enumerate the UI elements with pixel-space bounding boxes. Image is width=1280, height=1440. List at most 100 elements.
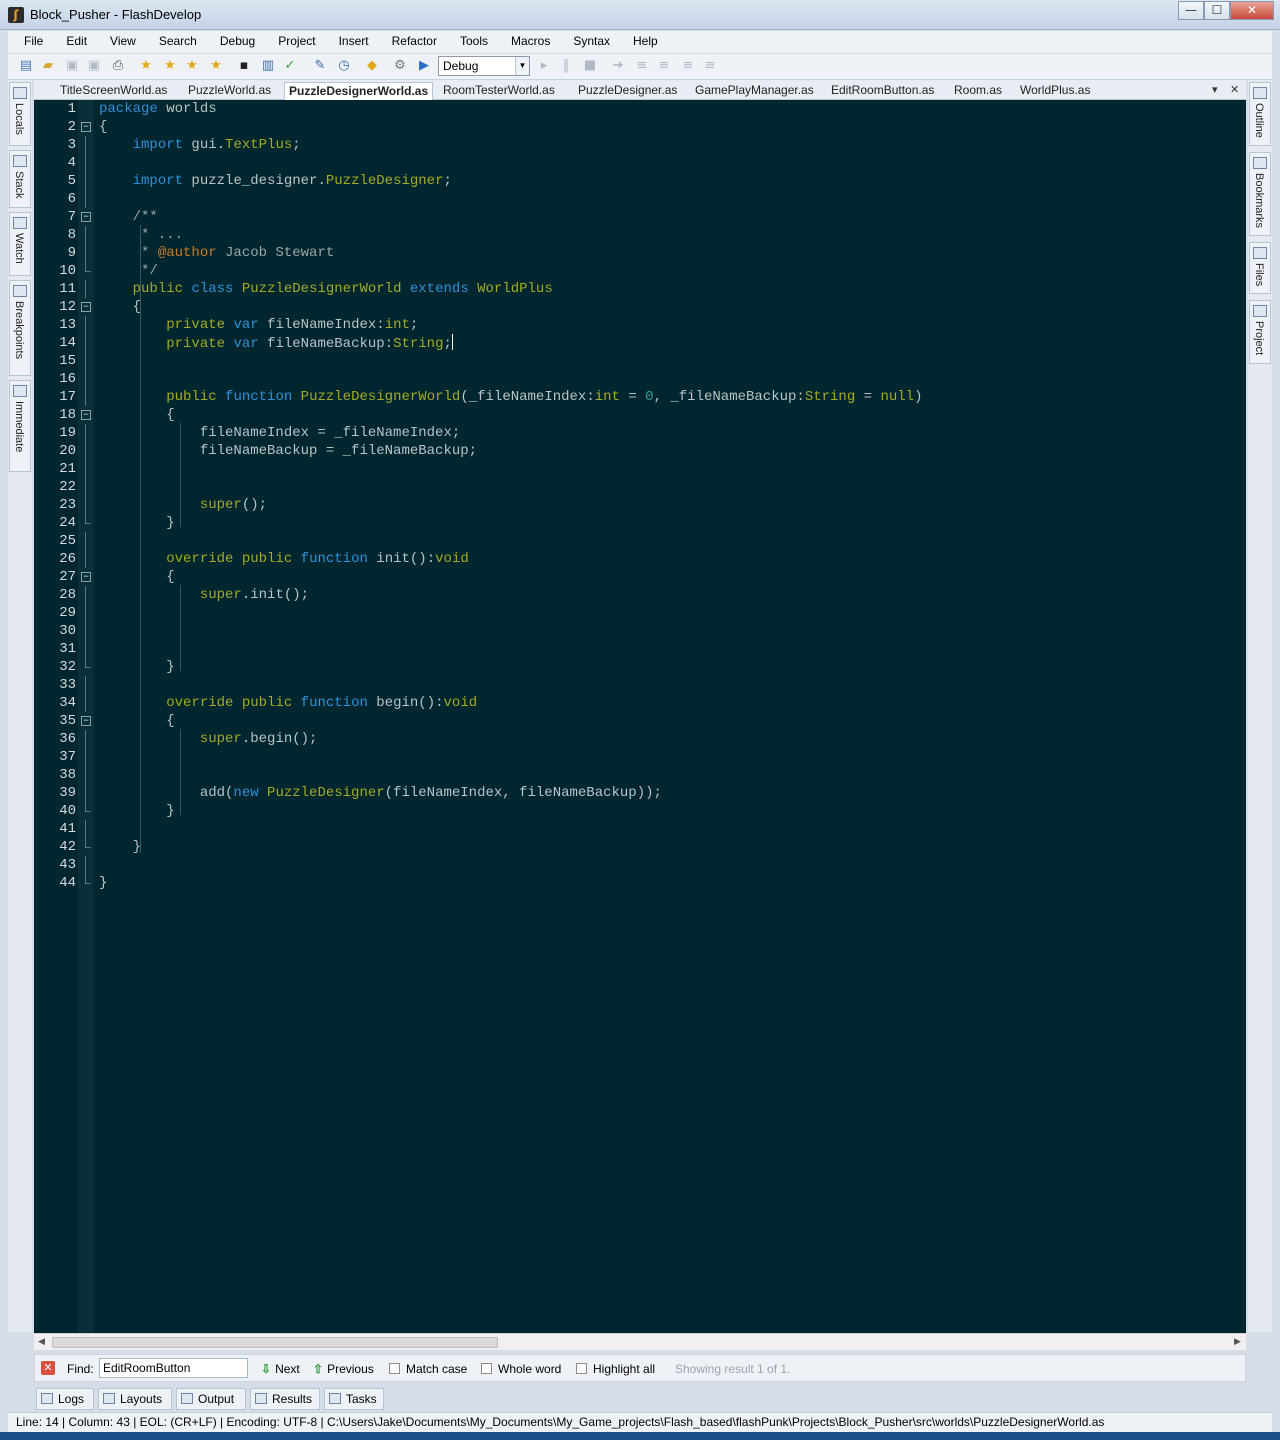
code-line[interactable]: 16 bbox=[34, 370, 1246, 388]
code-line[interactable]: 11 public class PuzzleDesignerWorld exte… bbox=[34, 280, 1246, 298]
tab-list-chevron-icon[interactable]: ▾ bbox=[1212, 82, 1218, 98]
code-line[interactable]: 36 super.begin(); bbox=[34, 730, 1246, 748]
bookmark-prev-icon[interactable]: ★ bbox=[184, 58, 200, 74]
debug-pause-icon[interactable]: ‖ bbox=[558, 58, 574, 74]
menu-tools[interactable]: Tools bbox=[444, 31, 495, 48]
find-previous-button[interactable]: ⇧ Previous bbox=[313, 1362, 374, 1376]
highlight-all-checkbox[interactable]: Highlight all bbox=[576, 1362, 655, 1376]
menu-search[interactable]: Search bbox=[143, 31, 204, 48]
scroll-left-icon[interactable]: ◀ bbox=[38, 1335, 45, 1349]
tab-roomtesterworld[interactable]: RoomTesterWorld.as bbox=[443, 82, 555, 100]
command-prompt-icon[interactable]: ▪ bbox=[236, 58, 252, 74]
bookmark-clear-icon[interactable]: ★ bbox=[208, 58, 224, 74]
code-line[interactable]: 7− /** bbox=[34, 208, 1246, 226]
configuration-select[interactable]: Debug ▼ bbox=[438, 56, 530, 76]
code-line[interactable]: 24 } bbox=[34, 514, 1246, 532]
open-folder-icon[interactable]: ▰ bbox=[40, 58, 56, 74]
code-line[interactable]: 23 super(); bbox=[34, 496, 1246, 514]
panel-tab-breakpoints[interactable]: Breakpoints bbox=[9, 280, 31, 376]
code-line[interactable]: 10 */ bbox=[34, 262, 1246, 280]
tab-editroombutton[interactable]: EditRoomButton.as bbox=[831, 82, 934, 100]
code-line[interactable]: 3 import gui.TextPlus; bbox=[34, 136, 1246, 154]
debug-stop-icon[interactable]: ■ bbox=[582, 58, 598, 74]
tab-puzzleworld[interactable]: PuzzleWorld.as bbox=[188, 82, 271, 100]
panel-tab-locals[interactable]: Locals bbox=[9, 82, 31, 146]
code-line[interactable]: 39 add(new PuzzleDesigner(fileNameIndex,… bbox=[34, 784, 1246, 802]
code-line[interactable]: 26 override public function init():void bbox=[34, 550, 1246, 568]
menu-project[interactable]: Project bbox=[262, 31, 322, 48]
panel-layout-icon[interactable]: ▥ bbox=[260, 58, 276, 74]
close-tab-icon[interactable]: ✕ bbox=[1230, 82, 1239, 98]
menu-view[interactable]: View bbox=[94, 31, 143, 48]
code-line[interactable]: 38 bbox=[34, 766, 1246, 784]
code-editor[interactable]: 1 package worlds 2−{3 import gui.TextPlus;… bbox=[34, 100, 1246, 1333]
menu-edit[interactable]: Edit bbox=[50, 31, 94, 48]
panel-tab-output[interactable]: Output bbox=[176, 1388, 246, 1410]
panel-tab-files[interactable]: Files bbox=[1249, 242, 1271, 294]
menu-insert[interactable]: Insert bbox=[323, 31, 376, 48]
code-line[interactable]: 41 bbox=[34, 820, 1246, 838]
outdent-icon[interactable]: ≡ bbox=[634, 58, 650, 74]
code-line[interactable]: 33 bbox=[34, 676, 1246, 694]
code-line[interactable]: 37 bbox=[34, 748, 1246, 766]
tab-puzzledesignerworld[interactable]: PuzzleDesignerWorld.as bbox=[284, 82, 434, 100]
tab-gameplaymanager[interactable]: GamePlayManager.as bbox=[695, 82, 814, 100]
scroll-right-icon[interactable]: ▶ bbox=[1234, 1335, 1241, 1349]
match-case-checkbox[interactable]: Match case bbox=[389, 1362, 467, 1376]
menu-file[interactable]: File bbox=[8, 31, 50, 48]
bookmark-toggle-icon[interactable]: ★ bbox=[138, 58, 154, 74]
code-line[interactable]: 5 import puzzle_designer.PuzzleDesigner; bbox=[34, 172, 1246, 190]
code-line[interactable]: 28 super.init(); bbox=[34, 586, 1246, 604]
close-button[interactable]: ✕ bbox=[1230, 1, 1274, 20]
code-line[interactable]: 20 fileNameBackup = _fileNameBackup; bbox=[34, 442, 1246, 460]
code-line[interactable]: 43 bbox=[34, 856, 1246, 874]
panel-tab-bookmarks[interactable]: Bookmarks bbox=[1249, 152, 1271, 236]
fold-toggle-icon[interactable]: − bbox=[81, 410, 91, 420]
panel-tab-immediate[interactable]: Immediate bbox=[9, 380, 31, 472]
uncomment-icon[interactable]: ≡ bbox=[702, 58, 718, 74]
code-line[interactable]: 31 bbox=[34, 640, 1246, 658]
code-line[interactable]: 18− { bbox=[34, 406, 1246, 424]
code-line[interactable]: 44} bbox=[34, 874, 1246, 892]
menu-refactor[interactable]: Refactor bbox=[376, 31, 444, 48]
fold-toggle-icon[interactable]: − bbox=[81, 212, 91, 222]
fold-toggle-icon[interactable]: − bbox=[81, 716, 91, 726]
close-find-icon[interactable]: ✕ bbox=[41, 1361, 55, 1375]
find-next-button[interactable]: ⇩ Next bbox=[261, 1362, 300, 1376]
whole-word-checkbox[interactable]: Whole word bbox=[481, 1362, 561, 1376]
code-line[interactable]: 32 } bbox=[34, 658, 1246, 676]
panel-tab-tasks[interactable]: Tasks bbox=[324, 1388, 384, 1410]
code-line[interactable]: 27− { bbox=[34, 568, 1246, 586]
code-line[interactable]: 12− { bbox=[34, 298, 1246, 316]
settings-gear-icon[interactable]: ⚙ bbox=[392, 58, 408, 74]
code-line[interactable]: 19 fileNameIndex = _fileNameIndex; bbox=[34, 424, 1246, 442]
code-line[interactable]: 14 private var fileNameBackup:String; bbox=[34, 334, 1246, 352]
tab-worldplus[interactable]: WorldPlus.as bbox=[1020, 82, 1090, 100]
code-line[interactable]: 17 public function PuzzleDesignerWorld(_… bbox=[34, 388, 1246, 406]
new-file-icon[interactable]: ▤ bbox=[18, 58, 34, 74]
find-input[interactable]: EditRoomButton bbox=[99, 1358, 248, 1378]
code-line[interactable]: 6 bbox=[34, 190, 1246, 208]
clock-icon[interactable]: ◷ bbox=[336, 58, 352, 74]
code-line[interactable]: 40 } bbox=[34, 802, 1246, 820]
panel-tab-results[interactable]: Results bbox=[250, 1388, 320, 1410]
menu-help[interactable]: Help bbox=[617, 31, 665, 48]
save-icon[interactable]: ▣ bbox=[64, 58, 80, 74]
debug-continue-icon[interactable]: ▸ bbox=[536, 58, 552, 74]
bookmark-next-icon[interactable]: ★ bbox=[162, 58, 178, 74]
fold-toggle-icon[interactable]: − bbox=[81, 572, 91, 582]
code-line[interactable]: 8 * ... bbox=[34, 226, 1246, 244]
code-line[interactable]: 13 private var fileNameIndex:int; bbox=[34, 316, 1246, 334]
maximize-button[interactable]: ☐ bbox=[1204, 1, 1230, 20]
debug-step-icon[interactable]: ➔ bbox=[610, 58, 626, 74]
code-line[interactable]: 30 bbox=[34, 622, 1246, 640]
code-line[interactable]: 29 bbox=[34, 604, 1246, 622]
code-line[interactable]: 21 bbox=[34, 460, 1246, 478]
code-line[interactable]: 22 bbox=[34, 478, 1246, 496]
menu-debug[interactable]: Debug bbox=[204, 31, 262, 48]
build-project-icon[interactable]: ◆ bbox=[364, 58, 380, 74]
code-line[interactable]: 1 package worlds bbox=[34, 100, 1246, 118]
tab-room[interactable]: Room.as bbox=[954, 82, 1002, 100]
save-all-icon[interactable]: ▣ bbox=[86, 58, 102, 74]
panel-tab-layouts[interactable]: Layouts bbox=[98, 1388, 172, 1410]
